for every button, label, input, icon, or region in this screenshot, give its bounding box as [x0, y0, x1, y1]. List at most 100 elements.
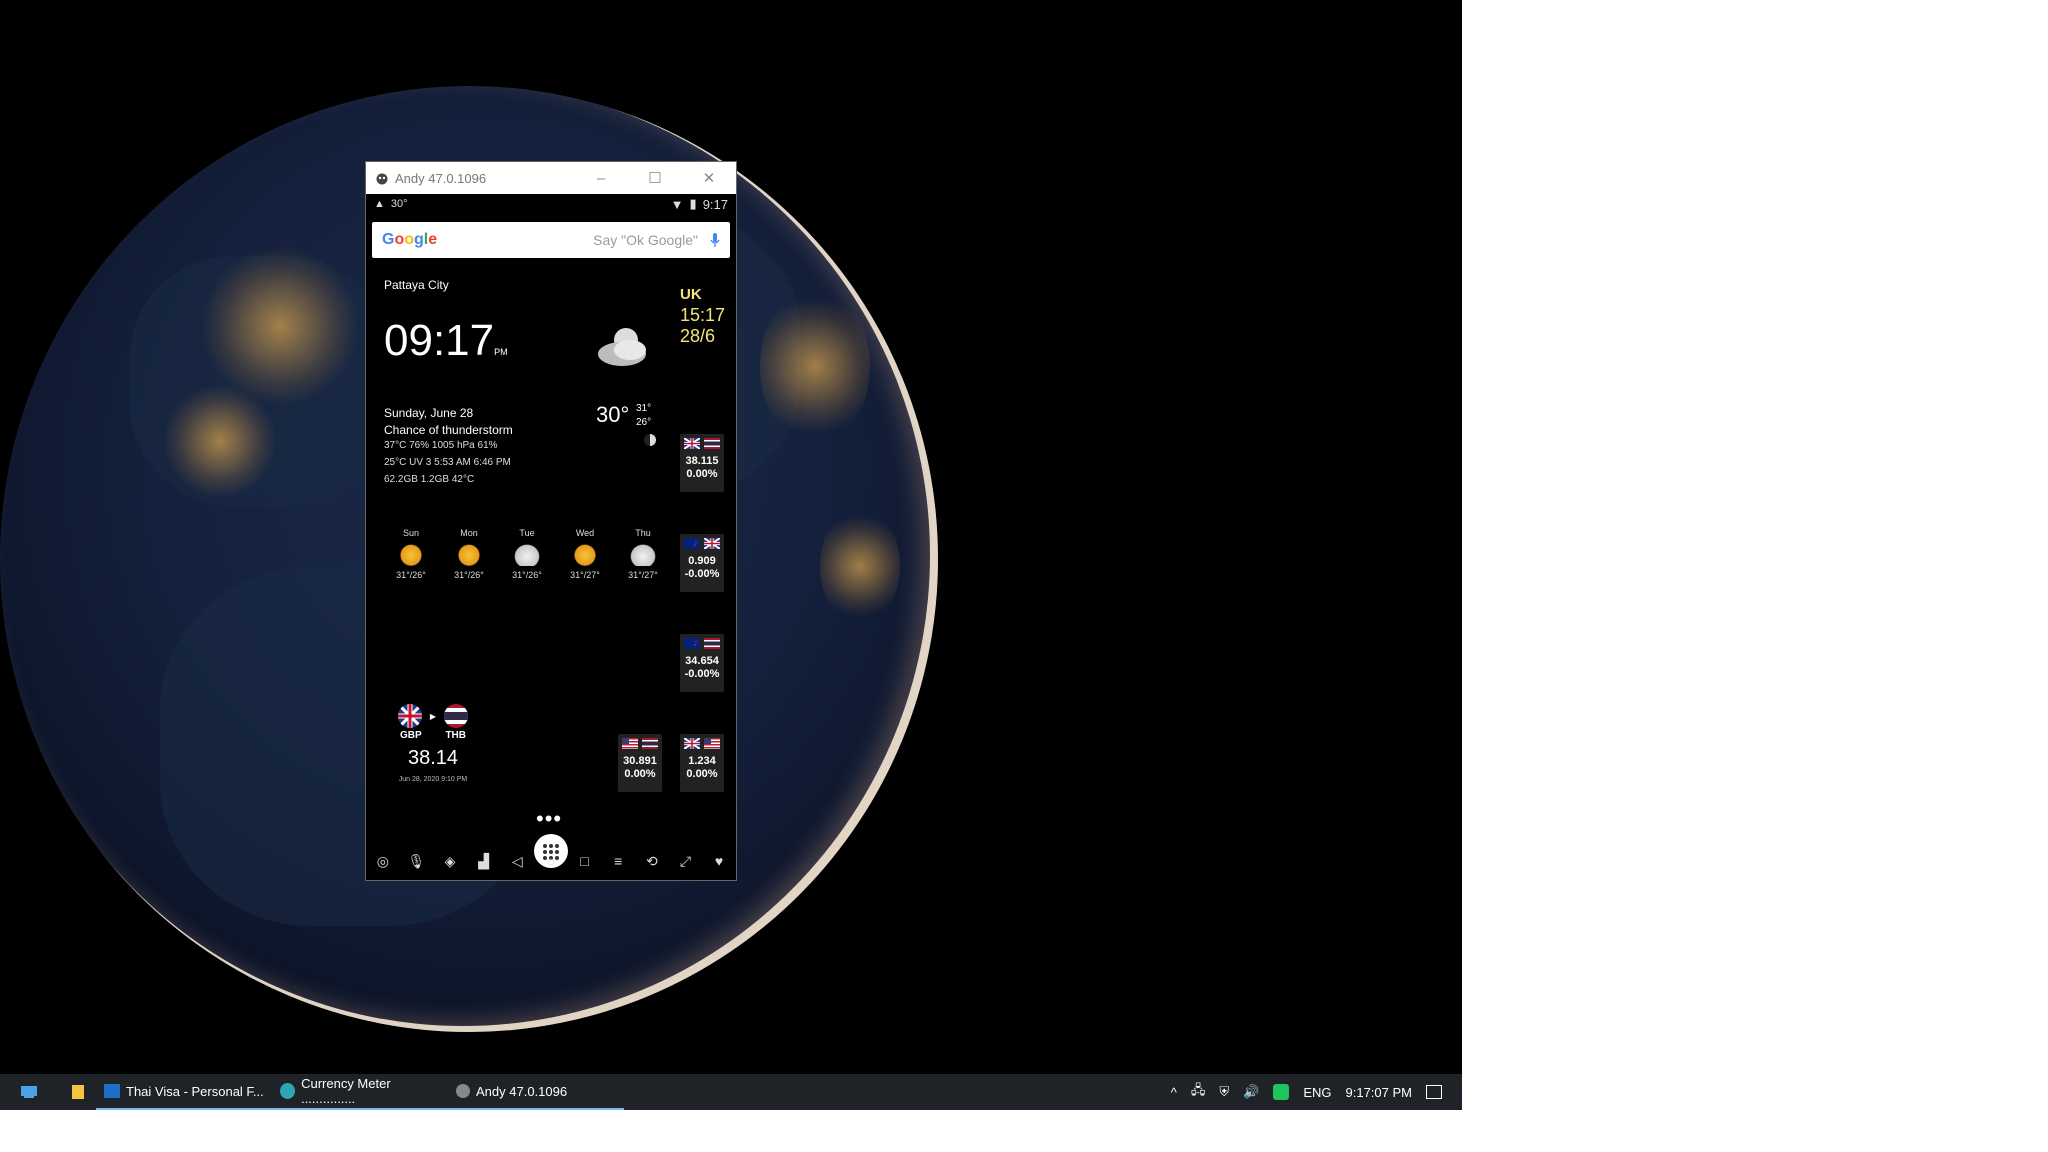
currency-tile-gbp-thb[interactable]: 38.115 0.00%	[680, 434, 724, 492]
emulator-toolbar[interactable]: ◎ 🎙 ◈ ▟ ◁ ○ □ ≡ ⟲ ⤢ ♥	[366, 842, 736, 880]
volume-icon[interactable]: 🔊	[1243, 1084, 1259, 1100]
tile-value: 1.234	[688, 755, 716, 767]
recents-icon[interactable]: □	[577, 853, 593, 869]
forecast-row[interactable]: Sun 31°/26° Mon 31°/26° Tue 31°/26° Wed …	[382, 528, 672, 580]
window-title: Andy 47.0.1096	[395, 170, 487, 186]
converter-timestamp: Jun 28, 2020 9:10 PM	[398, 776, 468, 783]
window-titlebar[interactable]: Andy 47.0.1096 – ☐ ✕	[366, 162, 736, 194]
andy-app-icon	[375, 171, 389, 185]
forecast-day-name: Tue	[519, 528, 535, 538]
forecast-range: 31°/26°	[454, 570, 484, 580]
tile-change: 0.00%	[686, 468, 718, 480]
forecast-day-name: Thu	[635, 528, 651, 538]
line-app-icon[interactable]	[1273, 1084, 1290, 1100]
cloudy-icon	[628, 542, 658, 566]
heart-icon[interactable]: ♥	[711, 853, 727, 869]
moon-phase-icon	[644, 434, 656, 446]
wifi-icon: ▼	[670, 196, 684, 212]
tile-change: 0.00%	[686, 768, 718, 780]
tile-change: -0.00%	[684, 668, 720, 680]
rotate-icon[interactable]: ⟲	[644, 853, 660, 869]
google-search-bar[interactable]: Google Say "Ok Google"	[372, 222, 730, 258]
language-indicator[interactable]: ENG	[1303, 1085, 1331, 1100]
system-tray[interactable]: ^ 🖧 ⛨ 🔊 ENG 9:17:07 PM	[1171, 1081, 1462, 1103]
status-time: 9:17	[702, 196, 728, 212]
converter-rate: 38.14	[407, 747, 459, 769]
uk-flag-icon	[703, 537, 721, 550]
currency-converter-widget[interactable]: ▶ GBP THB 38.14 Jun 28, 2020 9:10 PM	[388, 704, 478, 783]
weather-detail-2: 25°C UV 3 5:53 AM 6:46 PM	[384, 457, 511, 468]
fullscreen-icon[interactable]: ⤢	[677, 853, 693, 869]
android-screen[interactable]: ▲ 30° ▼ ▮ 9:17 Google Say "Ok Google" Pa…	[366, 194, 736, 880]
uk-date: 28/6	[680, 326, 716, 346]
sunny-icon	[396, 542, 426, 566]
uk-flag-icon	[397, 704, 422, 728]
nz-flag-icon	[684, 538, 700, 549]
converter-from: GBP	[400, 730, 422, 741]
microphone-icon[interactable]: 🎙	[408, 853, 426, 869]
taskbar-item-currency-meter[interactable]: Currency Meter ...............	[272, 1074, 448, 1110]
location-icon[interactable]: ◈	[442, 853, 458, 869]
forecast-range: 31°/27°	[628, 570, 658, 580]
signal-icon[interactable]: ▟	[476, 853, 492, 869]
weather-detail-3: 62.2GB 1.2GB 42°C	[384, 474, 475, 485]
network-icon[interactable]: 🖧	[1191, 1081, 1206, 1103]
forecast-range: 31°/26°	[396, 570, 426, 580]
clock-time[interactable]: 09:17PM	[384, 316, 508, 366]
thai-flag-icon	[704, 638, 720, 649]
thai-flag-icon	[642, 738, 658, 749]
google-logo: Google	[382, 231, 438, 248]
menu-icon[interactable]: ≡	[610, 853, 626, 869]
andy-emulator-window[interactable]: Andy 47.0.1096 – ☐ ✕ ▲ 30° ▼ ▮ 9:17 Goog…	[365, 161, 737, 881]
android-status-bar: ▲ 30° ▼ ▮ 9:17	[366, 194, 736, 214]
uk-clock-widget[interactable]: UK 15:17 28/6	[680, 284, 725, 347]
forecast-day: Sun 31°/26°	[382, 528, 440, 580]
sunny-icon	[454, 542, 484, 566]
back-icon[interactable]: ◁	[509, 853, 525, 869]
taskbar-clock[interactable]: 9:17:07 PM	[1346, 1085, 1413, 1100]
us-flag-icon	[622, 738, 638, 749]
uk-time: 15:17	[680, 305, 726, 325]
clock-digits: 09:17	[384, 316, 495, 365]
forecast-day: Tue 31°/26°	[498, 528, 556, 580]
file-explorer-icon[interactable]	[60, 1074, 96, 1110]
taskbar-item-label: Thai Visa - Personal F...	[126, 1083, 264, 1099]
tile-change: -0.00%	[684, 568, 720, 580]
maximize-button[interactable]: ☐	[628, 162, 682, 194]
edge-icon	[280, 1083, 296, 1099]
taskbar-item-andy[interactable]: Andy 47.0.1096	[448, 1074, 624, 1110]
outlook-icon	[104, 1084, 120, 1098]
windows-taskbar[interactable]: Thai Visa - Personal F... Currency Meter…	[0, 1074, 1462, 1110]
weather-city[interactable]: Pattaya City	[384, 278, 449, 292]
search-hint: Say "Ok Google"	[593, 232, 698, 248]
chevron-up-icon[interactable]: ^	[1171, 1085, 1177, 1100]
sunny-icon	[570, 542, 600, 566]
cloudy-night-icon	[594, 322, 654, 370]
currency-tile-usd-thb[interactable]: 30.891 0.00%	[618, 734, 662, 792]
nz-flag-icon	[684, 638, 700, 649]
currency-tile-gbp-usd[interactable]: 1.234 0.00%	[680, 734, 724, 792]
andy-app-icon	[456, 1084, 470, 1098]
forecast-day: Mon 31°/26°	[440, 528, 498, 580]
mic-icon[interactable]	[710, 232, 720, 248]
taskbar-item-label: Currency Meter ...............	[301, 1076, 391, 1106]
camera-icon[interactable]: ◎	[375, 853, 391, 869]
home-icon[interactable]: ○	[543, 853, 559, 869]
thai-flag-icon	[704, 438, 720, 449]
minimize-button[interactable]: –	[574, 162, 628, 194]
thai-flag-icon	[444, 704, 469, 728]
currency-tile-nzd-thb[interactable]: 34.654 -0.00%	[680, 634, 724, 692]
converter-to: THB	[445, 730, 466, 741]
taskbar-item-thai-visa[interactable]: Thai Visa - Personal F...	[96, 1074, 272, 1110]
forecast-day-name: Wed	[575, 528, 595, 538]
forecast-day: Wed 31°/27°	[556, 528, 614, 580]
action-center-icon[interactable]	[1426, 1085, 1442, 1099]
task-view-icon[interactable]	[0, 1074, 60, 1110]
security-shield-icon[interactable]: ⛨	[1219, 1084, 1229, 1100]
uk-flag-icon	[683, 737, 701, 750]
close-button[interactable]: ✕	[682, 162, 736, 194]
forecast-range: 31°/26°	[512, 570, 542, 580]
tile-value: 38.115	[685, 455, 719, 467]
arrow-right-icon: ▶	[429, 711, 437, 721]
currency-tile-nzd-gbp[interactable]: 0.909 -0.00%	[680, 534, 724, 592]
